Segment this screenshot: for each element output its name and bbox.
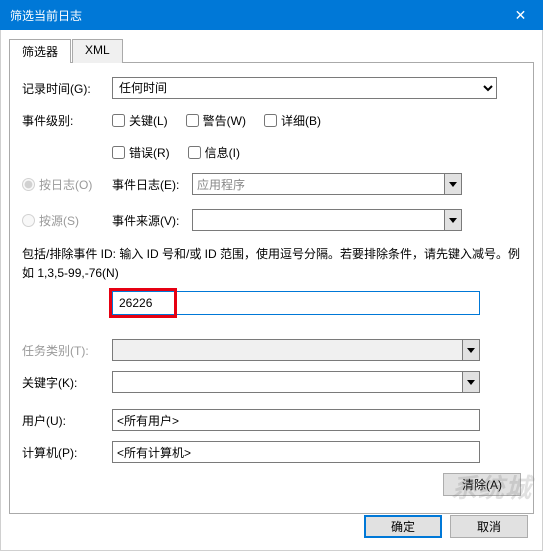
row-logged-time: 记录时间(G): 任何时间 [22,77,521,99]
computer-label: 计算机(P): [22,444,112,461]
check-information[interactable]: 信息(I) [188,144,240,161]
task-category-value [112,339,462,361]
window-title: 筛选当前日志 [10,7,82,24]
event-source-value [192,209,444,231]
chevron-down-icon [449,218,457,223]
keywords-label: 关键字(K): [22,374,112,391]
tab-filter[interactable]: 筛选器 [9,39,71,63]
footer-buttons: 确定 取消 [364,515,528,538]
dialog-content: 筛选器 XML 记录时间(G): 任何时间 事件级别: 关键(L) 警告(W) … [0,30,543,551]
row-by-source: 按源(S) 事件来源(V): [22,209,521,231]
tab-strip: 筛选器 XML [9,39,534,63]
check-error[interactable]: 错误(R) [112,144,170,161]
chevron-down-icon [467,348,475,353]
radio-by-source-input [22,214,35,227]
user-label: 用户(U): [22,412,112,429]
close-button[interactable]: ✕ [498,0,543,30]
event-id-help-text: 包括/排除事件 ID: 输入 ID 号和/或 ID 范围，使用逗号分隔。若要排除… [22,245,521,283]
row-clear: 清除(A) [22,473,521,496]
event-level-label: 事件级别: [22,112,112,129]
level-checks-row1: 关键(L) 警告(W) 详细(B) [112,112,321,129]
check-error-input[interactable] [112,146,125,159]
event-log-value: 应用程序 [192,173,444,195]
event-id-input[interactable] [112,291,480,315]
row-keywords: 关键字(K): [22,371,521,393]
level-checks-row2: 错误(R) 信息(I) [112,144,240,161]
computer-input[interactable] [112,441,480,463]
ok-button[interactable]: 确定 [364,515,442,538]
event-source-dropdown-button[interactable] [444,209,462,231]
row-user: 用户(U): [22,409,521,431]
keywords-dropdown-button[interactable] [462,371,480,393]
task-category-dropdown-button [462,339,480,361]
radio-by-log-input [22,178,35,191]
check-warning[interactable]: 警告(W) [186,112,246,129]
check-critical[interactable]: 关键(L) [112,112,168,129]
clear-button[interactable]: 清除(A) [443,473,521,496]
event-source-dropdown[interactable] [192,209,462,231]
check-verbose[interactable]: 详细(B) [264,112,321,129]
task-category-dropdown [112,339,480,361]
check-critical-input[interactable] [112,114,125,127]
logged-time-label: 记录时间(G): [22,80,112,97]
event-log-dropdown-button [444,173,462,195]
event-log-label: 事件日志(E): [112,176,192,193]
row-event-id [22,291,521,321]
row-event-level-1: 事件级别: 关键(L) 警告(W) 详细(B) [22,109,521,131]
row-event-level-2: 错误(R) 信息(I) [22,141,521,163]
row-task-category: 任务类别(T): [22,339,521,361]
check-verbose-input[interactable] [264,114,277,127]
radio-by-source[interactable]: 按源(S) [22,212,112,229]
cancel-button[interactable]: 取消 [450,515,528,538]
event-source-label: 事件来源(V): [112,212,192,229]
logged-time-select[interactable]: 任何时间 [112,77,497,99]
check-warning-input[interactable] [186,114,199,127]
row-by-log: 按日志(O) 事件日志(E): 应用程序 [22,173,521,195]
tab-xml[interactable]: XML [72,39,123,63]
user-input[interactable] [112,409,480,431]
row-computer: 计算机(P): [22,441,521,463]
chevron-down-icon [467,380,475,385]
keywords-value [112,371,462,393]
tab-panel-filter: 记录时间(G): 任何时间 事件级别: 关键(L) 警告(W) 详细(B) 错误… [9,62,534,514]
keywords-dropdown[interactable] [112,371,480,393]
chevron-down-icon [449,182,457,187]
event-log-dropdown: 应用程序 [192,173,462,195]
close-icon: ✕ [515,7,527,24]
title-bar: 筛选当前日志 ✕ [0,0,543,30]
task-category-label: 任务类别(T): [22,342,112,359]
check-information-input[interactable] [188,146,201,159]
radio-by-log: 按日志(O) [22,176,112,193]
